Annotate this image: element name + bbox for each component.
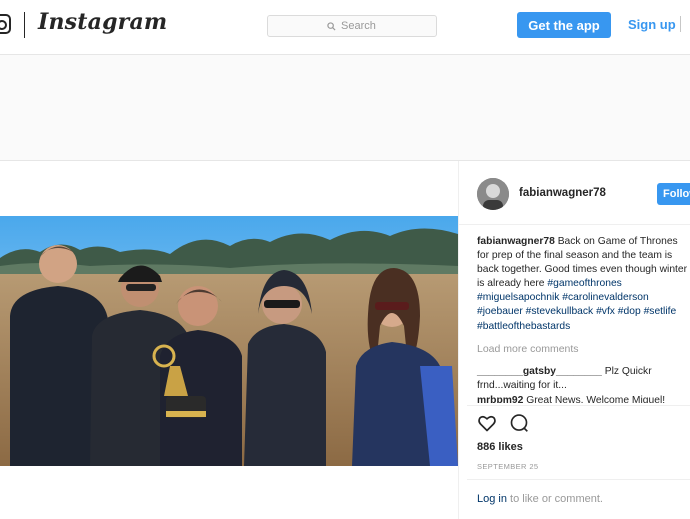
post-author-username[interactable]: fabianwagner78 bbox=[519, 187, 606, 199]
header-separator bbox=[680, 16, 681, 32]
footer-divider bbox=[467, 479, 690, 480]
get-the-app-button[interactable]: Get the app bbox=[517, 12, 611, 38]
comment-item: mrbpm92 Great News. Welcome Miguel! bbox=[477, 394, 690, 403]
load-more-comments-link[interactable]: Load more comments bbox=[477, 343, 579, 355]
post-media-area bbox=[0, 161, 458, 519]
header-divider bbox=[459, 224, 690, 225]
top-navigation-bar: Instagram Get the app Sign up bbox=[0, 0, 690, 55]
login-prompt-suffix: to like or comment. bbox=[506, 493, 603, 505]
likes-count[interactable]: 886 likes bbox=[477, 441, 523, 453]
comment-username[interactable]: mrbpm92 bbox=[477, 395, 523, 403]
log-in-link[interactable]: Log in bbox=[477, 493, 507, 505]
comment-icon[interactable] bbox=[509, 413, 529, 433]
post-card: fabianwagner78 Follow fabianwagner78 Bac… bbox=[0, 160, 690, 519]
sign-up-link[interactable]: Sign up bbox=[628, 17, 676, 32]
post-photo[interactable] bbox=[0, 216, 458, 466]
avatar[interactable] bbox=[477, 178, 509, 210]
follow-button[interactable]: Follow bbox=[657, 183, 690, 205]
login-prompt: Log in to like or comment. bbox=[477, 493, 603, 505]
instagram-glyph-icon[interactable] bbox=[0, 14, 11, 34]
actions-divider bbox=[467, 405, 690, 406]
search-icon bbox=[327, 21, 336, 31]
post-sidebar: fabianwagner78 Follow fabianwagner78 Bac… bbox=[458, 161, 690, 519]
search-input[interactable] bbox=[341, 20, 377, 32]
post-date[interactable]: SEPTEMBER 25 bbox=[477, 462, 539, 471]
comment-text: Great News. Welcome Miguel! bbox=[526, 395, 666, 403]
comment-item: ________gatsby________ Plz Quickr frnd..… bbox=[477, 365, 690, 393]
logo-divider bbox=[24, 12, 25, 38]
instagram-logo[interactable]: Instagram bbox=[38, 9, 167, 35]
comment-username[interactable]: ________gatsby________ bbox=[477, 366, 602, 377]
search-box[interactable] bbox=[267, 15, 437, 37]
post-caption: fabianwagner78 Back on Game of Thrones f… bbox=[477, 235, 690, 334]
heart-icon[interactable] bbox=[477, 413, 497, 433]
avatar-image bbox=[477, 178, 509, 210]
caption-username[interactable]: fabianwagner78 bbox=[477, 236, 555, 247]
